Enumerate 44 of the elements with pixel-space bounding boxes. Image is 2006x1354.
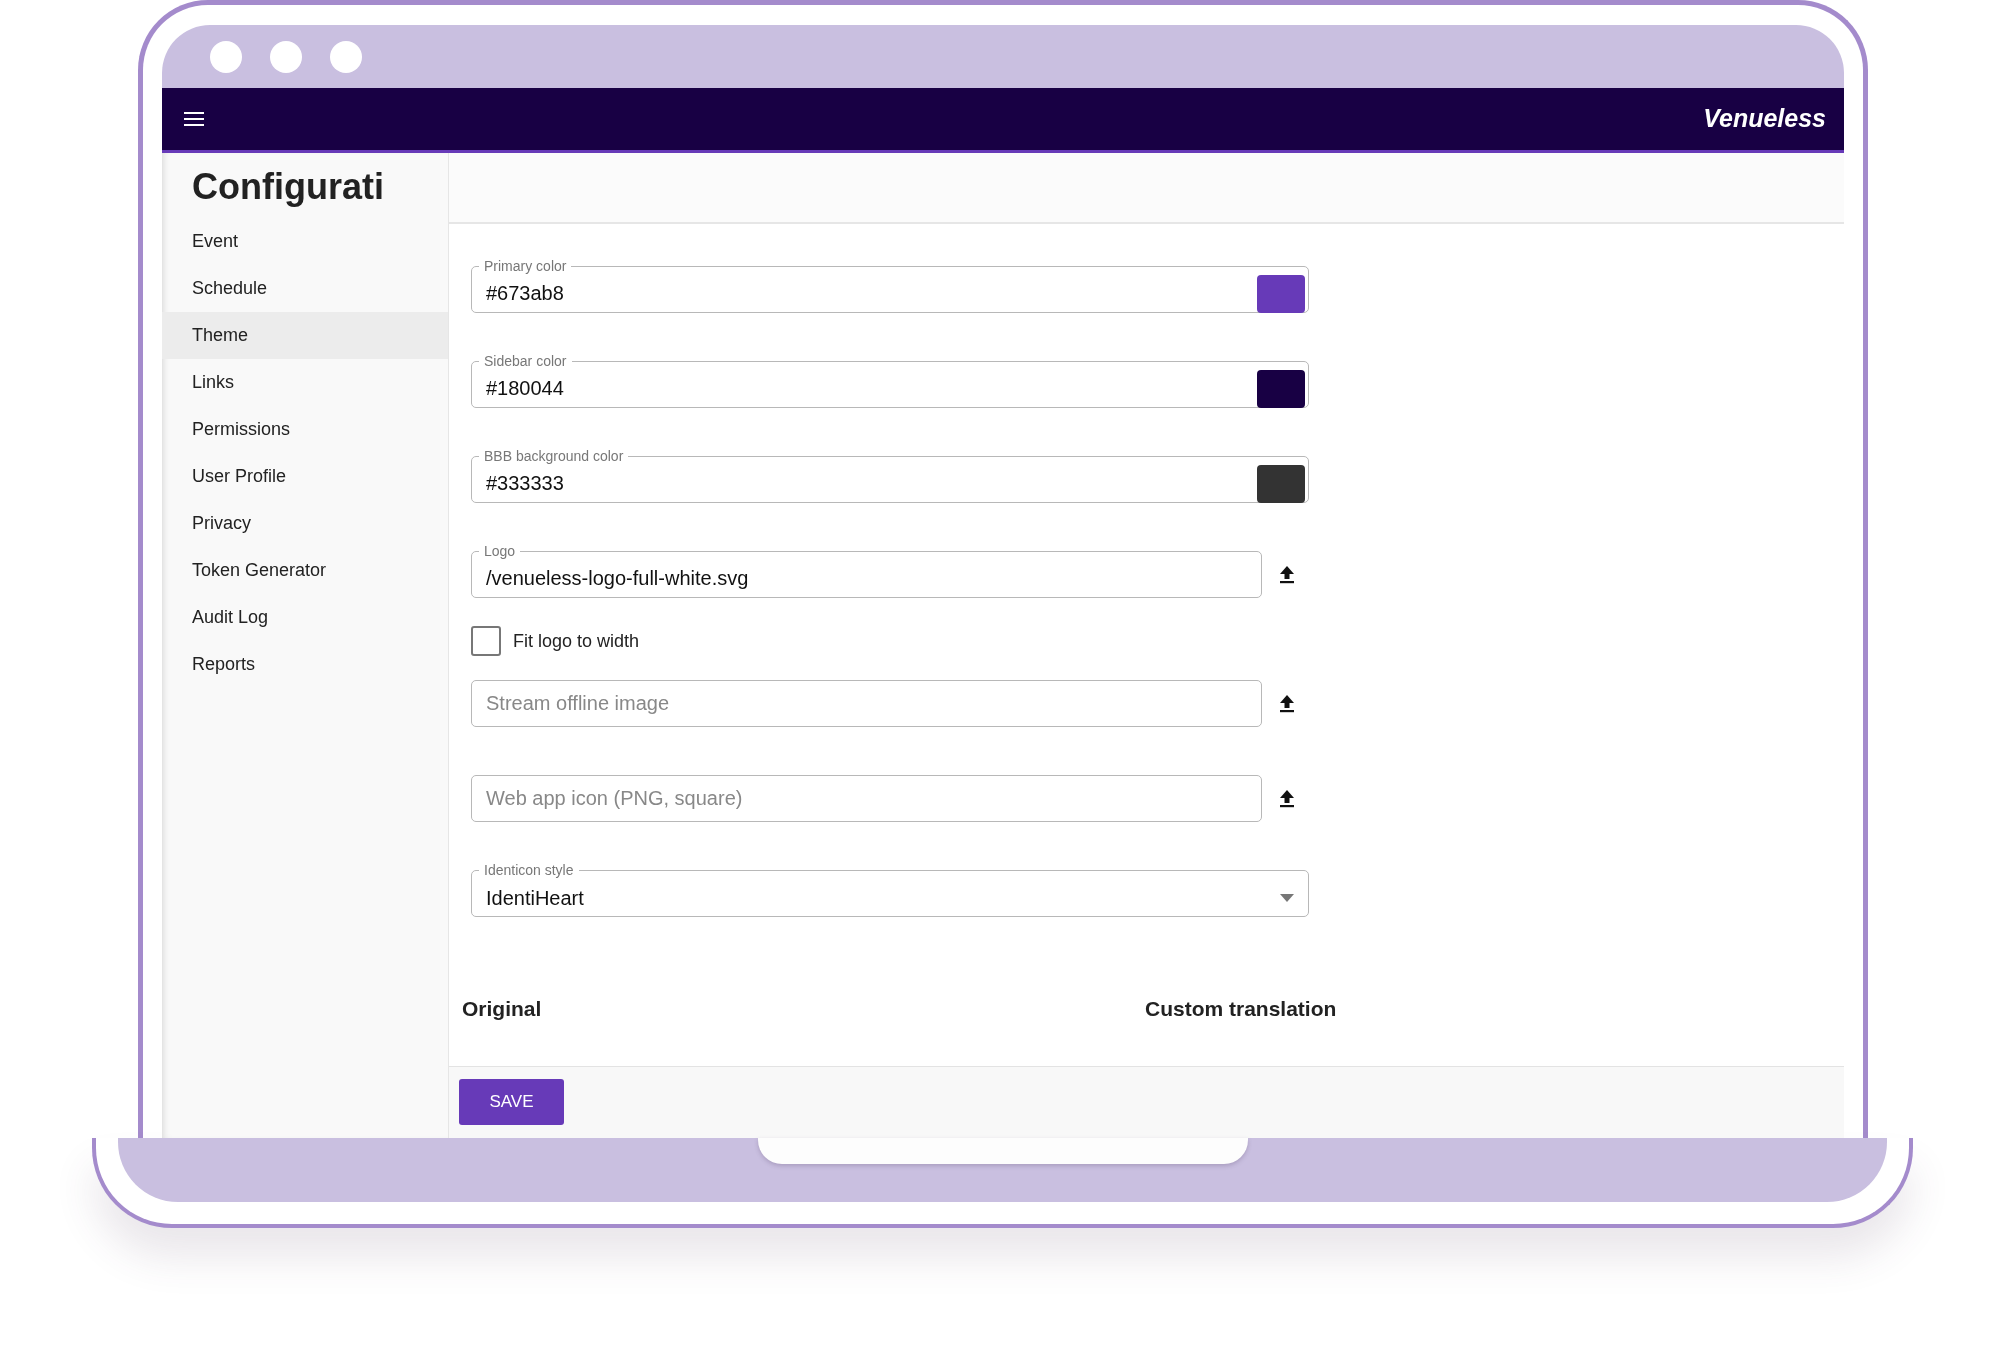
sidebar-item[interactable]: Event: [162, 218, 448, 266]
text-field[interactable]: Web app icon (PNG, square): [471, 775, 1262, 822]
text-field[interactable]: #673ab8: [472, 275, 1257, 312]
sidebar-item[interactable]: Schedule: [162, 265, 448, 313]
caret-icon: [1280, 893, 1294, 902]
text-field[interactable]: #333333: [472, 465, 1257, 502]
dropdown-field[interactable]: Identicon style IdentiHeart: [471, 861, 1309, 917]
dropdown-value[interactable]: IdentiHeart: [472, 882, 1280, 913]
menu-icon[interactable]: [184, 112, 204, 126]
window-dot[interactable]: [210, 40, 242, 73]
field-label: Identicon style: [483, 861, 575, 879]
brand-logo[interactable]: Venueless: [1703, 100, 1826, 138]
checkbox[interactable]: [471, 626, 501, 656]
page-title: Configurati: [191, 165, 385, 209]
text-field[interactable]: Stream offline image: [471, 680, 1262, 727]
field-label: Primary color: [483, 257, 568, 275]
window-dot[interactable]: [330, 40, 362, 73]
field-label: BBB background color: [483, 447, 625, 465]
color-swatch[interactable]: [1257, 274, 1305, 313]
sidebar-item[interactable]: Links: [162, 359, 448, 407]
sidebar-item[interactable]: Privacy: [162, 500, 448, 548]
upload-icon[interactable]: [1279, 565, 1295, 584]
field-label: Logo: [483, 542, 517, 560]
color-field[interactable]: BBB background color #333333: [471, 447, 1309, 503]
color-swatch[interactable]: [1257, 369, 1305, 408]
checkbox-label: Fit logo to width: [513, 629, 640, 653]
upload-icon[interactable]: [1279, 789, 1295, 808]
color-field[interactable]: Sidebar color #180044: [471, 352, 1309, 408]
color-field[interactable]: Primary color #673ab8: [471, 257, 1309, 313]
upload-icon[interactable]: [1279, 694, 1295, 713]
column-header: Custom translation: [1145, 996, 1338, 1022]
save-button[interactable]: SAVE: [459, 1079, 564, 1125]
sidebar-item[interactable]: Token Generator: [162, 547, 448, 595]
color-swatch[interactable]: [1257, 464, 1305, 503]
sidebar-item[interactable]: User Profile: [162, 453, 448, 501]
column-header: Original: [462, 996, 543, 1022]
sidebar-item[interactable]: Audit Log: [162, 594, 448, 642]
text-field[interactable]: #180044: [472, 370, 1257, 407]
field-label: Sidebar color: [483, 352, 568, 370]
window-dot[interactable]: [270, 40, 302, 73]
sidebar-item[interactable]: Reports: [162, 641, 448, 689]
sidebar-item[interactable]: Permissions: [162, 406, 448, 454]
sidebar-item[interactable]: Theme: [162, 312, 448, 360]
text-field[interactable]: /venueless-logo-full-white.svg: [472, 560, 1261, 597]
